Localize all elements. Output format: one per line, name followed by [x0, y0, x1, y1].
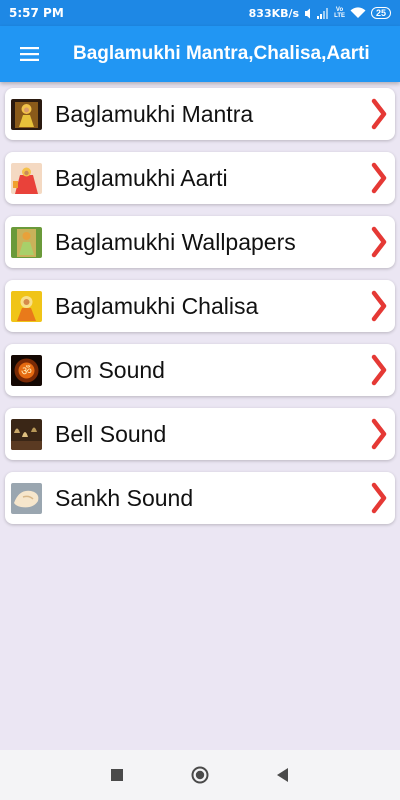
page-title: Baglamukhi Mantra,Chalisa,Aarti — [73, 43, 370, 64]
conch-thumbnail — [11, 482, 42, 514]
chevron-right-icon — [371, 162, 387, 194]
list-item-baglamukhi-aarti[interactable]: Baglamukhi Aarti — [5, 152, 395, 204]
status-icons: 833KB/s Vo LTE 25 — [249, 7, 391, 20]
list-item-baglamukhi-chalisa[interactable]: Baglamukhi Chalisa — [5, 280, 395, 332]
list-item-label: Om Sound — [55, 356, 165, 383]
recents-square-icon[interactable] — [111, 769, 123, 781]
signal-icon — [317, 7, 329, 19]
svg-text:ॐ: ॐ — [21, 364, 32, 378]
list-item-label: Baglamukhi Wallpapers — [55, 228, 296, 255]
menu-list: Baglamukhi Mantra Baglamukhi Aarti Bagla… — [5, 88, 395, 536]
chalisa-thumbnail — [11, 290, 42, 322]
list-item-label: Sankh Sound — [55, 484, 194, 511]
aarti-thumbnail — [11, 162, 42, 194]
wifi-icon — [350, 7, 366, 18]
list-item-label: Bell Sound — [55, 420, 167, 447]
chevron-right-icon — [371, 418, 387, 450]
list-item-label: Baglamukhi Chalisa — [55, 292, 259, 319]
chevron-right-icon — [371, 354, 387, 386]
bell-thumbnail — [11, 418, 42, 450]
om-thumbnail: ॐ — [11, 354, 42, 386]
volte-icon: Vo LTE — [334, 7, 345, 19]
list-item-bell-sound[interactable]: Bell Sound — [5, 408, 395, 460]
list-item-label: Baglamukhi Aarti — [55, 164, 228, 191]
app-bar: Baglamukhi Mantra,Chalisa,Aarti — [0, 26, 400, 82]
network-speed: 833KB/s — [248, 6, 300, 20]
status-time: 5:57 PM — [9, 6, 64, 20]
list-item-sankh-sound[interactable]: Sankh Sound — [5, 472, 395, 524]
goddess-thumbnail — [11, 98, 42, 130]
wallpaper-thumbnail — [11, 226, 42, 258]
home-circle-icon[interactable] — [191, 766, 209, 784]
mute-icon — [305, 8, 311, 18]
navigation-bar — [0, 750, 400, 800]
list-item-baglamukhi-wallpapers[interactable]: Baglamukhi Wallpapers — [5, 216, 395, 268]
hamburger-menu-icon — [19, 47, 39, 61]
status-bar: 5:57 PM 833KB/s Vo LTE 25 — [0, 0, 400, 26]
list-item-baglamukhi-mantra[interactable]: Baglamukhi Mantra — [5, 88, 395, 140]
list-item-label: Baglamukhi Mantra — [55, 100, 254, 127]
list-item-om-sound[interactable]: ॐ Om Sound — [5, 344, 395, 396]
back-triangle-icon[interactable] — [277, 768, 289, 782]
chevron-right-icon — [371, 290, 387, 322]
chevron-right-icon — [371, 482, 387, 514]
chevron-right-icon — [371, 98, 387, 130]
battery-icon: 25 — [370, 7, 391, 19]
menu-button[interactable] — [0, 26, 58, 82]
chevron-right-icon — [371, 226, 387, 258]
